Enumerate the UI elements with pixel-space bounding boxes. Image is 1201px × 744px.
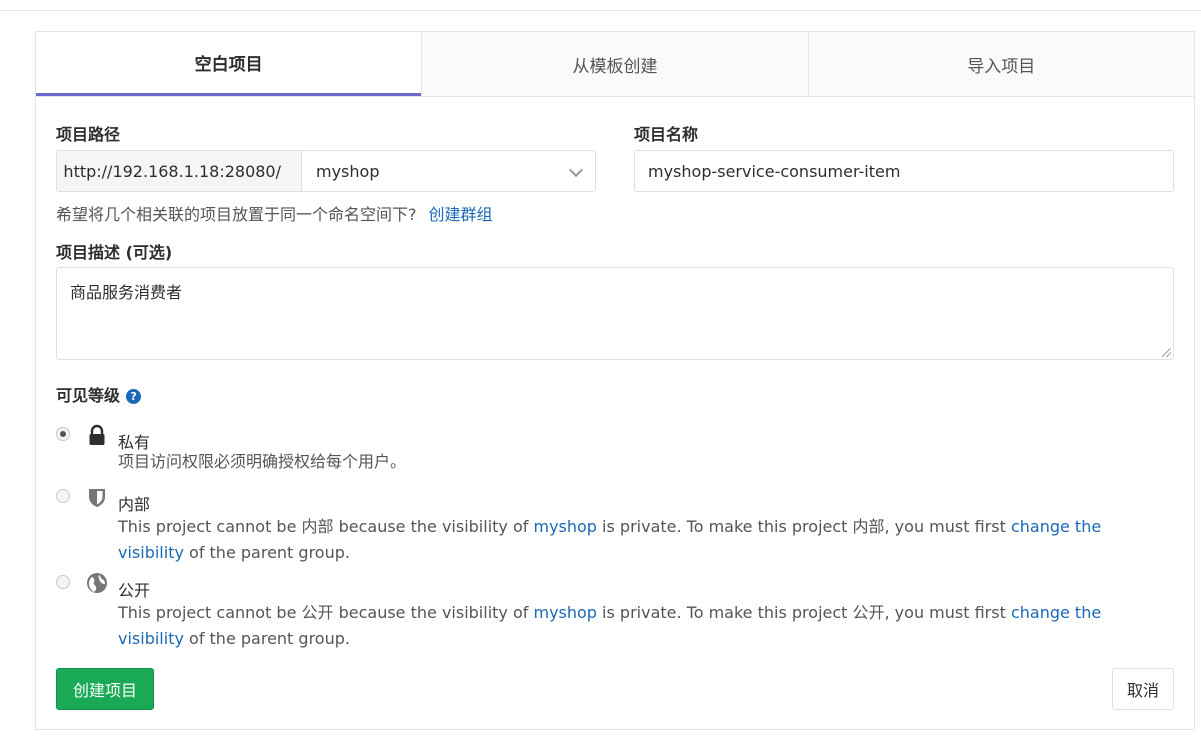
group-hint-text: 希望将几个相关联的项目放置于同一个命名空间下?: [56, 205, 417, 224]
project-description-textarea[interactable]: 商品服务消费者: [56, 267, 1174, 360]
namespace-value: myshop: [316, 161, 380, 181]
tab-label: 导入项目: [967, 56, 1036, 77]
private-description: 项目访问权限必须明确授权给每个用户。: [118, 452, 407, 471]
visibility-level-text: 可见等级: [56, 386, 121, 405]
internal-description: This project cannot be 内部 because the vi…: [118, 514, 1158, 566]
public-desc-text-1: This project cannot be 公开 because the vi…: [118, 603, 534, 622]
internal-title: 内部: [118, 495, 151, 514]
internal-desc-text-1: This project cannot be 内部 because the vi…: [118, 517, 534, 536]
help-icon[interactable]: ?: [126, 389, 142, 404]
shield-icon: [89, 489, 105, 507]
namespace-select[interactable]: myshop: [302, 151, 595, 191]
project-path-group: http://192.168.1.18:28080/ myshop: [56, 150, 596, 192]
path-prefix: http://192.168.1.18:28080/: [57, 151, 302, 191]
group-hint: 希望将几个相关联的项目放置于同一个命名空间下? 创建群组: [56, 201, 493, 225]
visibility-option-private: 私有 项目访问权限必须明确授权给每个用户。: [56, 424, 1166, 476]
visibility-option-public: 公开 This project cannot be 公开 because the…: [56, 573, 1166, 654]
parent-group-link[interactable]: myshop: [533, 603, 596, 622]
top-divider: [0, 10, 1201, 11]
public-desc-text-3: of the parent group.: [183, 629, 350, 648]
public-description: This project cannot be 公开 because the vi…: [118, 600, 1158, 652]
tab-label: 从模板创建: [572, 56, 658, 77]
visibility-level-label: 可见等级?: [56, 382, 142, 406]
parent-group-link[interactable]: myshop: [533, 517, 596, 536]
project-name-label: 项目名称: [634, 125, 699, 144]
project-path-label: 项目路径: [56, 125, 121, 144]
create-project-button[interactable]: 创建项目: [56, 668, 154, 710]
project-description-value: 商品服务消费者: [70, 283, 183, 302]
radio-internal[interactable]: [56, 489, 70, 503]
lock-icon: [89, 424, 105, 445]
new-project-card: 空白项目 从模板创建 导入项目 项目路径 项目名称 http://192.168…: [35, 31, 1195, 730]
radio-public[interactable]: [56, 575, 70, 589]
project-tabs: 空白项目 从模板创建 导入项目: [36, 32, 1194, 97]
create-group-link[interactable]: 创建群组: [429, 205, 493, 224]
chevron-down-icon: [568, 162, 584, 178]
globe-icon: [87, 573, 107, 593]
project-description-label: 项目描述 (可选): [56, 243, 173, 262]
resize-grip-icon[interactable]: [1162, 348, 1171, 357]
cancel-button[interactable]: 取消: [1112, 668, 1174, 710]
project-name-input[interactable]: myshop-service-consumer-item: [634, 150, 1174, 192]
tab-from-template[interactable]: 从模板创建: [421, 32, 808, 96]
tab-blank-project[interactable]: 空白项目: [36, 32, 422, 96]
project-name-value: myshop-service-consumer-item: [648, 161, 901, 181]
tab-label: 空白项目: [194, 55, 263, 75]
public-desc-text-2: is private. To make this project 公开, you…: [596, 603, 1011, 622]
radio-private[interactable]: [56, 427, 70, 441]
internal-desc-text-3: of the parent group.: [183, 543, 350, 562]
visibility-option-internal: 内部 This project cannot be 内部 because the…: [56, 488, 1166, 568]
internal-desc-text-2: is private. To make this project 内部, you…: [596, 517, 1011, 536]
tab-import-project[interactable]: 导入项目: [807, 32, 1194, 96]
public-title: 公开: [118, 581, 151, 600]
